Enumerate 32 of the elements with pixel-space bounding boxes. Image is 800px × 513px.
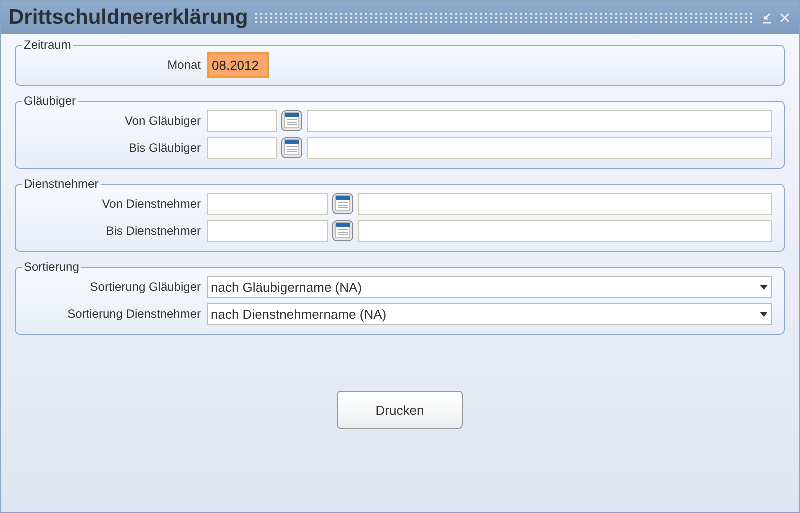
caret-icon	[760, 284, 768, 290]
code-field[interactable]	[207, 193, 328, 215]
field-label: Bis Dienstnehmer	[105, 224, 202, 238]
field-label: Bis Gläubiger	[128, 141, 202, 155]
calendar-icon[interactable]	[332, 193, 354, 215]
name-field[interactable]	[358, 193, 772, 215]
calendar-icon[interactable]	[281, 110, 303, 132]
field-label: Sortierung Dienstnehmer	[66, 307, 202, 321]
field-label: Monat	[166, 58, 202, 72]
minimize-icon[interactable]	[761, 12, 773, 24]
group-title: Dienstnehmer	[23, 177, 100, 191]
field-label: Von Dienstnehmer	[101, 197, 202, 211]
sort-dropdown[interactable]: nach Gläubigername (NA)	[207, 276, 772, 298]
name-field[interactable]	[307, 137, 772, 159]
code-field[interactable]	[207, 220, 328, 242]
close-icon[interactable]	[779, 12, 791, 24]
caret-icon	[760, 312, 768, 316]
field-label: Sortierung Gläubiger	[89, 280, 202, 294]
group-title: Zeitraum	[23, 38, 72, 52]
name-field[interactable]	[307, 110, 772, 132]
field-label: Von Gläubiger	[124, 114, 202, 128]
name-field[interactable]	[358, 220, 772, 242]
group-title: Sortierung	[23, 260, 80, 274]
print-button[interactable]: Drucken	[337, 391, 463, 429]
sort-dropdown[interactable]: nach Dienstnehmername (NA)	[207, 303, 772, 325]
calendar-icon[interactable]	[281, 137, 303, 159]
month-field[interactable]: 08.2012	[207, 52, 269, 78]
group-title: Gläubiger	[23, 94, 78, 108]
code-field[interactable]	[207, 110, 277, 132]
window-title: Drittschuldnererklärung	[9, 6, 248, 30]
code-field[interactable]	[207, 137, 277, 159]
calendar-icon[interactable]	[332, 220, 354, 242]
